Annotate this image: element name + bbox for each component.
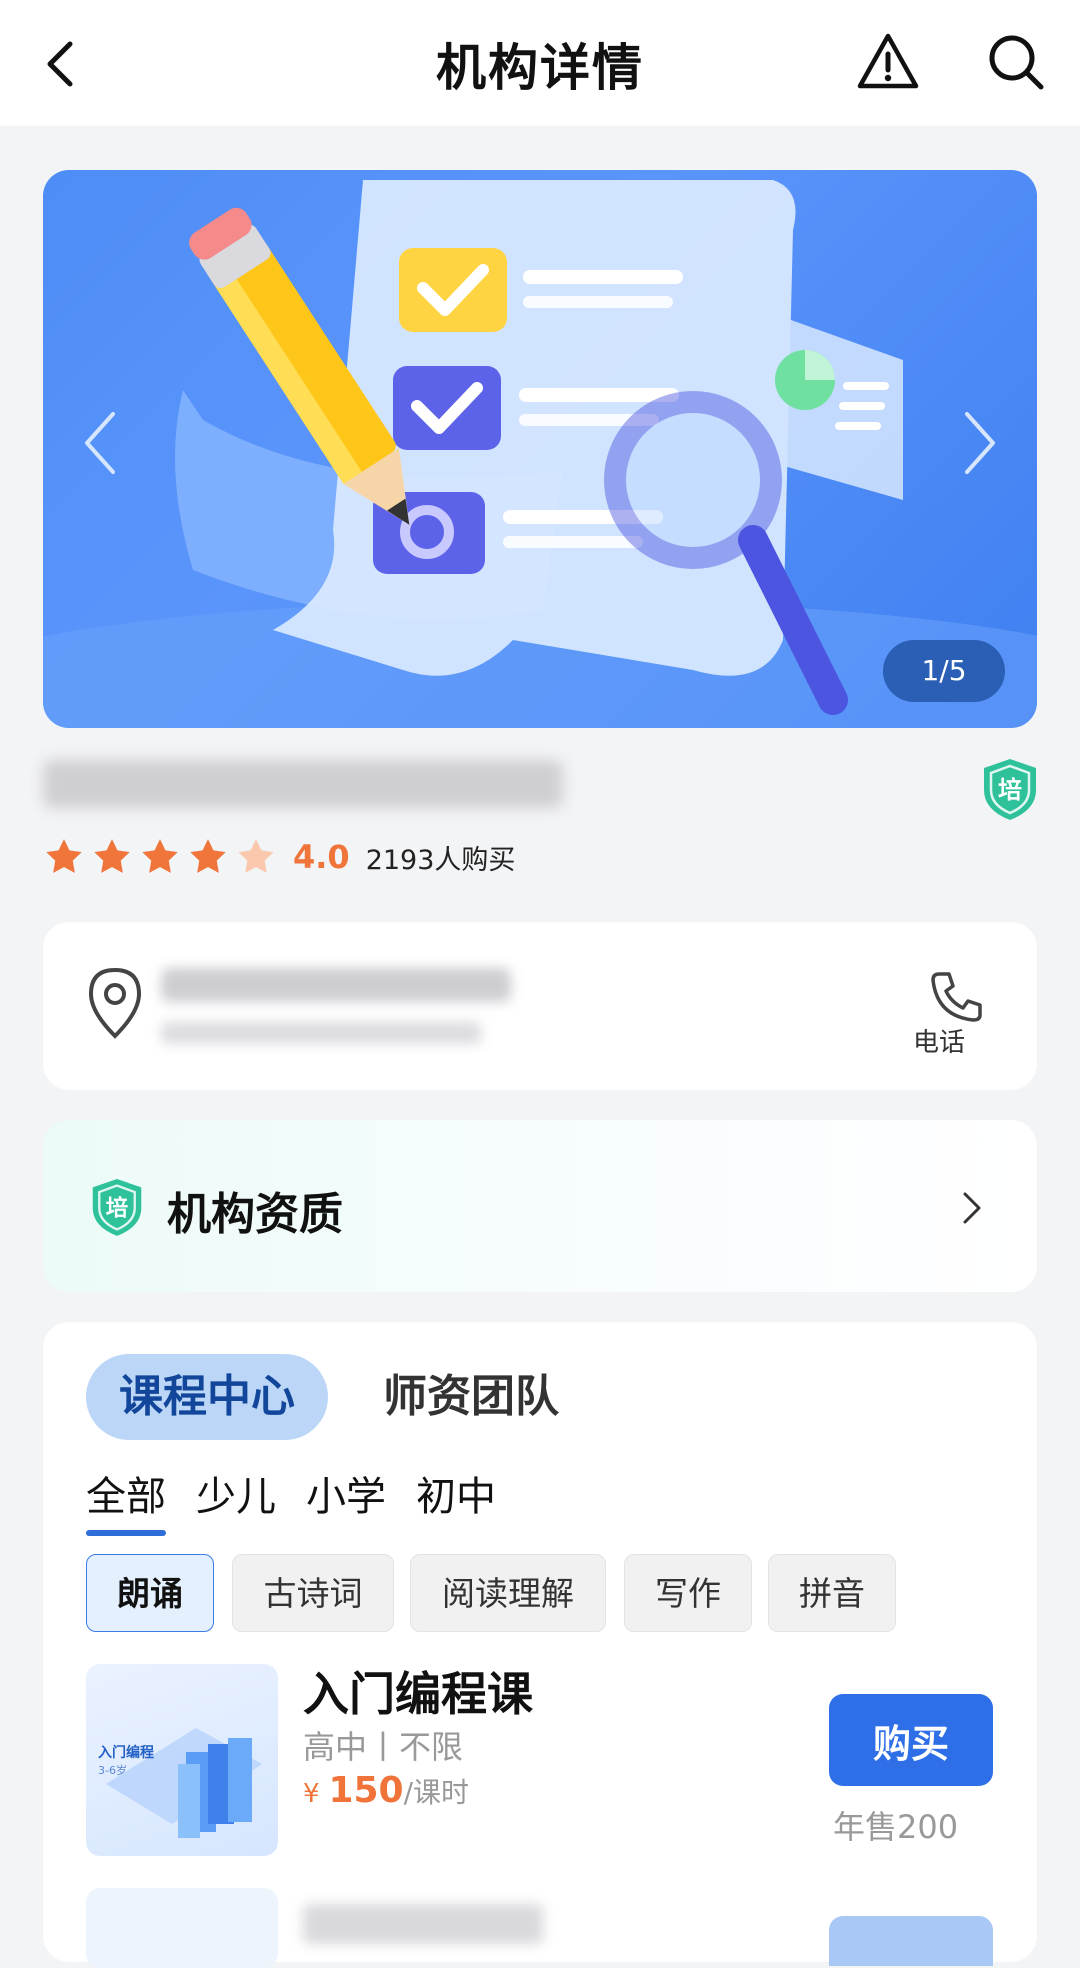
report-warning-icon[interactable] — [856, 30, 920, 94]
star-filled-icon — [190, 839, 226, 873]
currency-symbol: ¥ — [303, 1779, 320, 1809]
chevron-right-icon — [963, 1192, 981, 1224]
banner-page-counter: 1/5 — [883, 640, 1005, 702]
banner-prev-arrow-icon[interactable] — [79, 408, 123, 478]
top-bar: 机构详情 — [0, 0, 1080, 126]
chip-ancient-poetry[interactable]: 古诗词 — [232, 1554, 394, 1632]
next-course-title-partial — [303, 1904, 543, 1944]
org-name-blurred — [43, 760, 563, 808]
buy-button[interactable]: 购买 — [829, 1694, 993, 1786]
chip-reading[interactable]: 阅读理解 — [410, 1554, 606, 1632]
chip-recitation[interactable]: 朗诵 — [86, 1554, 214, 1632]
training-shield-badge-icon: 培 — [984, 759, 1036, 820]
buyer-count: 2193人购买 — [365, 844, 516, 876]
qualification-shield-icon: 培 — [92, 1179, 142, 1236]
course-thumbnail[interactable]: 入门编程 3-6岁 — [86, 1664, 278, 1856]
course-thumbnail-title: 入门编程 — [98, 1745, 154, 1761]
banner-illustration — [43, 180, 1037, 728]
phone-icon[interactable] — [923, 968, 987, 1024]
qualification-label: 机构资质 — [167, 1189, 343, 1240]
annual-sales: 年售200 — [833, 1808, 959, 1846]
banner-carousel[interactable]: 1/5 — [43, 170, 1037, 728]
address-detail-blurred — [161, 1022, 481, 1044]
chip-pinyin[interactable]: 拼音 — [768, 1554, 896, 1632]
course-meta: 高中丨不限 — [303, 1728, 464, 1766]
rating-score: 4.0 — [293, 838, 350, 876]
rating-row: 4.0 2193人购买 — [43, 834, 515, 880]
address-card[interactable]: 电话 — [43, 922, 1037, 1090]
svg-text:培: 培 — [998, 776, 1022, 804]
chip-writing[interactable]: 写作 — [624, 1554, 752, 1632]
star-filled-icon — [94, 839, 130, 873]
next-course-thumbnail[interactable] — [86, 1888, 278, 1968]
location-pin-icon — [88, 967, 142, 1039]
subtab-all[interactable]: 全部 — [86, 1464, 166, 1536]
search-icon[interactable] — [984, 30, 1048, 94]
subtab-primary[interactable]: 小学 — [306, 1464, 386, 1522]
course-thumbnail-age: 3-6岁 — [98, 1764, 127, 1777]
address-text-blurred — [161, 968, 511, 1002]
banner-next-arrow-icon[interactable] — [957, 408, 1001, 478]
course-title[interactable]: 入门编程课 — [303, 1658, 533, 1724]
star-empty-icon — [238, 839, 274, 873]
price-unit: /课时 — [403, 1776, 470, 1809]
price-value: 150 — [328, 1770, 404, 1811]
next-buy-button-partial[interactable] — [829, 1916, 993, 1966]
course-price: ¥ 150/课时 — [303, 1770, 469, 1811]
phone-label[interactable]: 电话 — [913, 1022, 965, 1059]
subtab-children[interactable]: 少儿 — [196, 1464, 276, 1522]
star-filled-icon — [46, 839, 82, 873]
courses-card: 课程中心 师资团队 全部 少儿 小学 初中 朗诵 古诗词 阅读理解 写作 拼音 … — [43, 1322, 1037, 1968]
star-filled-icon — [142, 839, 178, 873]
tab-teacher-team[interactable]: 师资团队 — [371, 1354, 571, 1440]
svg-text:培: 培 — [106, 1194, 128, 1221]
tab-course-center[interactable]: 课程中心 — [86, 1354, 328, 1440]
qualification-card[interactable]: 培 机构资质 — [43, 1120, 1037, 1292]
subtab-junior[interactable]: 初中 — [416, 1464, 496, 1522]
